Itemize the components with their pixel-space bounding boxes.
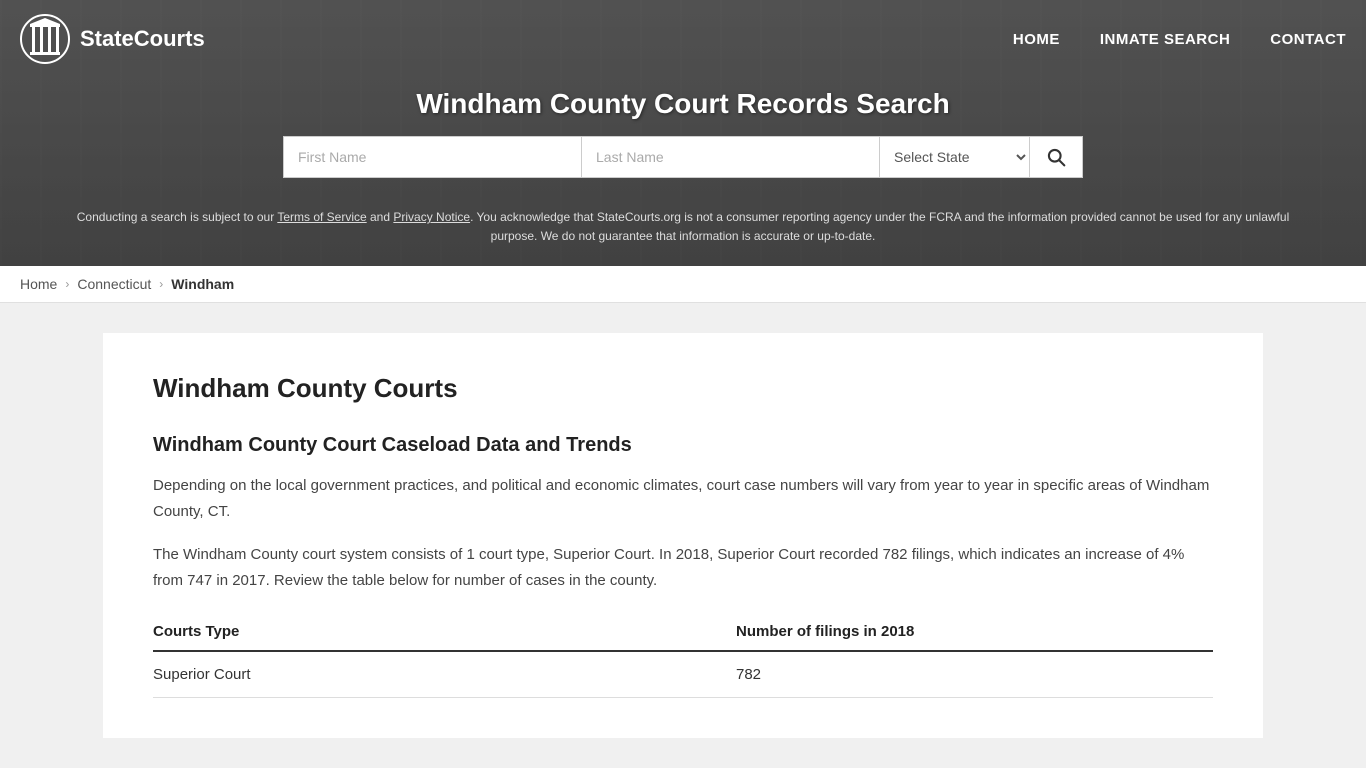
disclaimer-text-between: and xyxy=(367,210,394,224)
caseload-table: Courts Type Number of filings in 2018 Su… xyxy=(153,613,1213,698)
main-nav: StateCourts HOME INMATE SEARCH CONTACT xyxy=(0,0,1366,78)
last-name-input[interactable] xyxy=(582,137,880,177)
nav-inmate-search[interactable]: INMATE SEARCH xyxy=(1100,31,1230,48)
section-title: Windham County Court Caseload Data and T… xyxy=(153,434,1213,457)
search-icon xyxy=(1046,147,1066,167)
logo-text: StateCourts xyxy=(80,26,205,52)
breadcrumb-current: Windham xyxy=(171,276,234,292)
paragraph-2: The Windham County court system consists… xyxy=(153,542,1213,593)
disclaimer: Conducting a search is subject to our Te… xyxy=(0,198,1366,266)
disclaimer-text-before: Conducting a search is subject to our xyxy=(77,210,278,224)
paragraph-1: Depending on the local government practi… xyxy=(153,473,1213,524)
site-header: StateCourts HOME INMATE SEARCH CONTACT W… xyxy=(0,0,1366,266)
nav-links: HOME INMATE SEARCH CONTACT xyxy=(1013,31,1346,48)
logo-icon xyxy=(20,14,70,64)
disclaimer-text-after: . You acknowledge that StateCourts.org i… xyxy=(470,210,1289,243)
privacy-link[interactable]: Privacy Notice xyxy=(393,210,470,224)
breadcrumb: Home › Connecticut › Windham xyxy=(0,266,1366,303)
breadcrumb-sep-1: › xyxy=(65,277,69,291)
first-name-input[interactable] xyxy=(284,137,582,177)
nav-home[interactable]: HOME xyxy=(1013,31,1060,48)
site-logo[interactable]: StateCourts xyxy=(20,14,205,64)
page-title: Windham County Courts xyxy=(153,373,1213,404)
court-type-cell: Superior Court xyxy=(153,651,736,698)
tos-link[interactable]: Terms of Service xyxy=(277,210,366,224)
col-header-court-type: Courts Type xyxy=(153,613,736,651)
search-button[interactable] xyxy=(1030,137,1082,177)
search-bar: Select StateAlabamaAlaskaArizonaArkansas… xyxy=(283,136,1083,178)
header-inner: StateCourts HOME INMATE SEARCH CONTACT W… xyxy=(0,0,1366,266)
breadcrumb-sep-2: › xyxy=(159,277,163,291)
search-section: Windham County Court Records Search Sele… xyxy=(0,78,1366,198)
nav-contact[interactable]: CONTACT xyxy=(1270,31,1346,48)
state-select[interactable]: Select StateAlabamaAlaskaArizonaArkansas… xyxy=(880,137,1030,177)
breadcrumb-home[interactable]: Home xyxy=(20,276,57,292)
col-header-filings: Number of filings in 2018 xyxy=(736,613,1213,651)
search-title: Windham County Court Records Search xyxy=(416,88,949,120)
table-row: Superior Court 782 xyxy=(153,651,1213,698)
main-content: Windham County Courts Windham County Cou… xyxy=(103,333,1263,738)
filings-cell: 782 xyxy=(736,651,1213,698)
breadcrumb-state[interactable]: Connecticut xyxy=(77,276,151,292)
table-header-row: Courts Type Number of filings in 2018 xyxy=(153,613,1213,651)
